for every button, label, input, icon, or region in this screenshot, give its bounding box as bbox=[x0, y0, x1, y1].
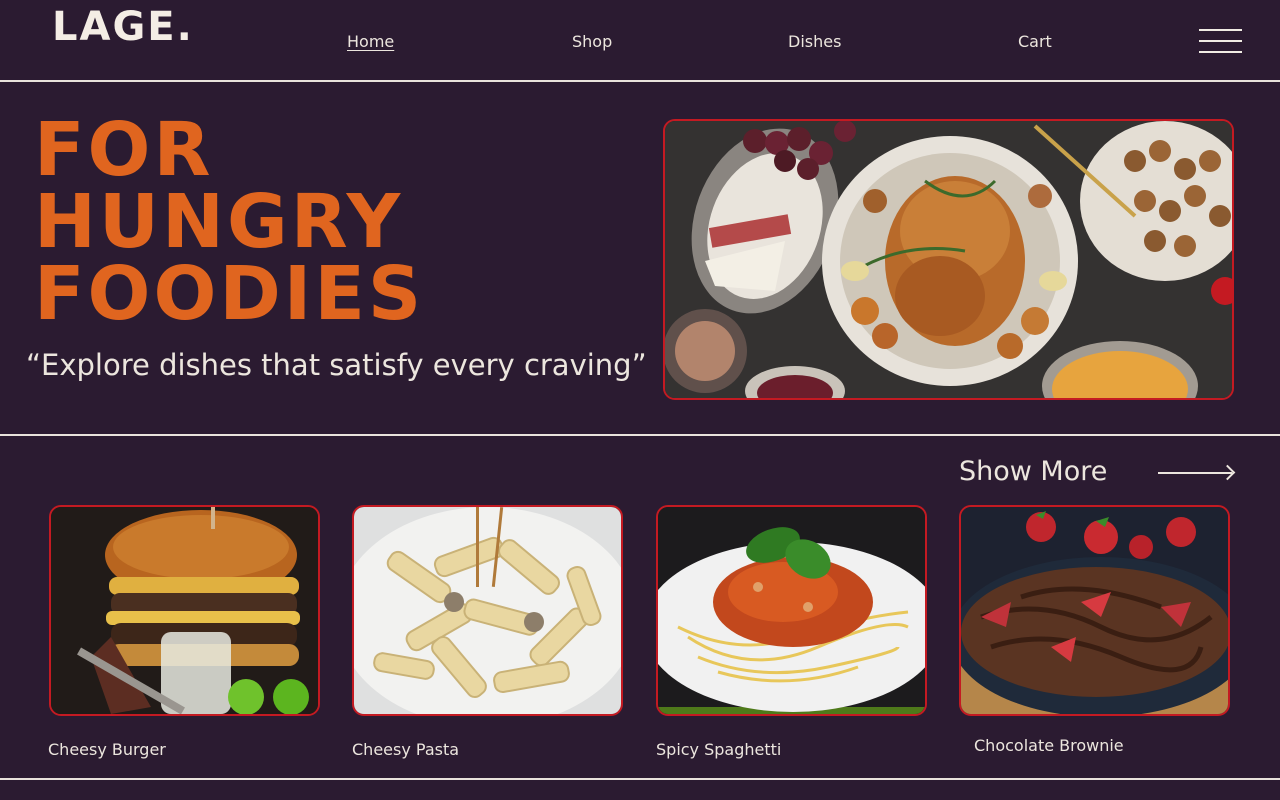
hero-divider bbox=[0, 434, 1280, 436]
show-more-label: Show More bbox=[959, 456, 1108, 487]
dish-card-image-spaghetti[interactable] bbox=[656, 505, 927, 716]
footer-divider bbox=[0, 778, 1280, 780]
dish-name-label[interactable]: Spicy Spaghetti bbox=[656, 740, 781, 759]
show-more-link[interactable]: Show More bbox=[959, 456, 1107, 487]
nav-home[interactable]: Home bbox=[347, 32, 394, 51]
page: LAGE. Home Shop Dishes Cart FOR HUNGRY F… bbox=[0, 0, 1280, 800]
arrow-right-icon[interactable] bbox=[1158, 472, 1232, 474]
hero-title: FOR HUNGRY FOODIES bbox=[34, 107, 425, 337]
nav-dishes[interactable]: Dishes bbox=[788, 32, 841, 51]
nav-cart[interactable]: Cart bbox=[1018, 32, 1052, 51]
dish-card-image-burger[interactable] bbox=[49, 505, 320, 716]
hero-image-roast-chicken bbox=[663, 119, 1234, 400]
hero-title-line: FOR bbox=[34, 107, 214, 193]
hero-title-line: HUNGRY bbox=[34, 179, 404, 265]
hero-title-line: FOODIES bbox=[34, 251, 425, 337]
hamburger-menu-icon[interactable] bbox=[1199, 29, 1242, 54]
dish-card-image-pasta[interactable] bbox=[352, 505, 623, 716]
dish-name-label[interactable]: Chocolate Brownie bbox=[974, 736, 1124, 755]
nav-shop[interactable]: Shop bbox=[572, 32, 612, 51]
header-divider bbox=[0, 80, 1280, 82]
brand-logo[interactable]: LAGE. bbox=[52, 4, 194, 50]
hero-tagline: “Explore dishes that satisfy every cravi… bbox=[26, 348, 647, 382]
dish-name-label[interactable]: Cheesy Pasta bbox=[352, 740, 459, 759]
dish-card-image-brownie[interactable] bbox=[959, 505, 1230, 716]
dish-name-label[interactable]: Cheesy Burger bbox=[48, 740, 166, 759]
